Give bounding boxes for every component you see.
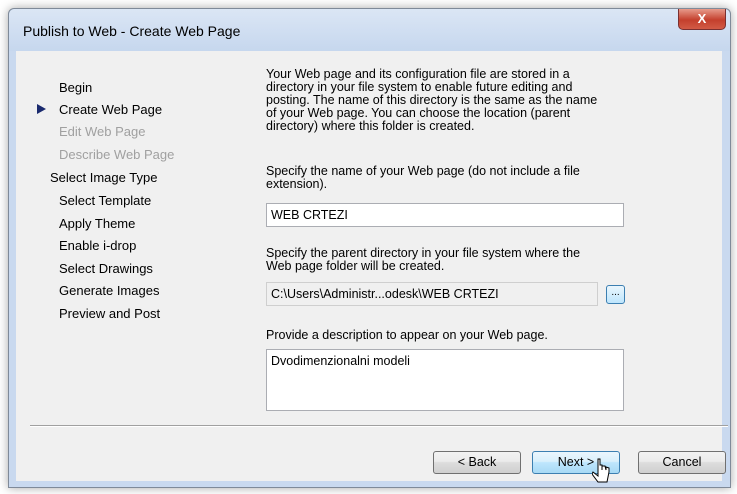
current-step-arrow-icon [37, 104, 46, 114]
step-select-image-type[interactable]: Select Image Type [50, 170, 157, 185]
step-create-web-page[interactable]: Create Web Page [59, 102, 162, 117]
description-textarea[interactable]: Dvodimenzionalni modeli [266, 349, 624, 411]
step-select-template[interactable]: Select Template [59, 193, 151, 208]
step-begin[interactable]: Begin [59, 80, 92, 95]
step-describe-web-page: Describe Web Page [59, 147, 175, 162]
dir-prompt-line: Web page folder will be created. [266, 259, 445, 273]
close-icon: X [697, 11, 707, 26]
description-prompt: Provide a description to appear on your … [266, 328, 548, 342]
web-page-name-input[interactable]: WEB CRTEZI [266, 203, 624, 227]
back-button[interactable]: < Back [433, 451, 521, 474]
title-bar[interactable]: Publish to Web - Create Web Page X [9, 9, 730, 51]
step-apply-theme[interactable]: Apply Theme [59, 216, 135, 231]
browse-button[interactable]: ... [606, 285, 625, 304]
name-prompt-line: extension). [266, 177, 328, 191]
footer-separator [30, 425, 728, 427]
close-button[interactable]: X [678, 9, 726, 30]
step-enable-i-drop[interactable]: Enable i-drop [59, 238, 136, 253]
cancel-button[interactable]: Cancel [638, 451, 726, 474]
step-select-drawings[interactable]: Select Drawings [59, 261, 153, 276]
parent-directory-field: C:\Users\Administr...odesk\WEB CRTEZI [266, 282, 598, 306]
step-generate-images[interactable]: Generate Images [59, 283, 159, 298]
mouse-pointer-icon [592, 458, 610, 483]
step-preview-and-post[interactable]: Preview and Post [59, 306, 160, 321]
window-title: Publish to Web - Create Web Page [23, 23, 241, 39]
intro-line: directory) where this folder is created. [266, 119, 475, 133]
step-edit-web-page: Edit Web Page [59, 124, 146, 139]
